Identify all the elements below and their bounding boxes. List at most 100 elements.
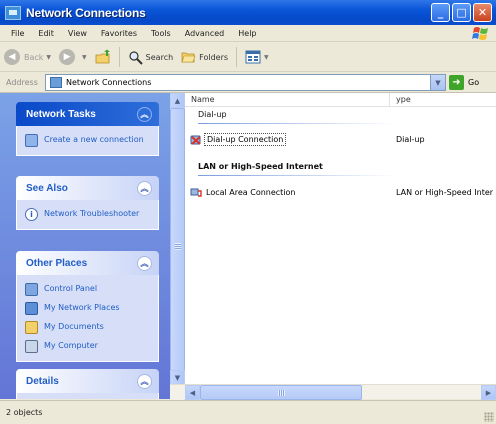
group-header-dialup: Dial-up xyxy=(198,110,227,119)
maximize-button[interactable]: □ xyxy=(452,3,471,22)
list-item[interactable]: Local Area Connection xyxy=(190,186,298,198)
see-also-body: i Network Troubleshooter xyxy=(16,200,159,230)
forward-arrow-icon: ▶ xyxy=(59,49,76,65)
minimize-button[interactable]: _ xyxy=(431,3,450,22)
scroll-grip-icon xyxy=(175,243,181,250)
menu-bar: File Edit View Favorites Tools Advanced … xyxy=(0,25,496,42)
my-documents-label: My Documents xyxy=(44,322,104,331)
menu-advanced[interactable]: Advanced xyxy=(178,29,232,38)
search-button[interactable]: Search xyxy=(124,46,177,68)
details-body xyxy=(16,393,159,399)
create-new-connection-label: Create a new connection xyxy=(44,135,144,144)
address-dropdown-button[interactable]: ▼ xyxy=(430,75,445,90)
folder-up-icon xyxy=(95,49,110,64)
item-type: Dial-up xyxy=(396,135,425,144)
collapse-icon[interactable]: ︽ xyxy=(137,106,152,122)
other-places-group: Other Places ︽ Control Panel My Network … xyxy=(16,251,159,362)
network-folder-icon xyxy=(5,5,21,20)
see-also-group: See Also ︽ i Network Troubleshooter xyxy=(16,176,159,230)
column-header-type[interactable]: ype xyxy=(390,95,411,104)
folders-label: Folders xyxy=(199,52,229,62)
forward-button[interactable]: ▶ ▼ xyxy=(55,46,91,68)
toolbar-separator xyxy=(118,47,120,67)
control-panel-icon xyxy=(25,283,38,296)
scroll-right-button[interactable]: ▶ xyxy=(481,385,496,400)
network-troubleshooter-link[interactable]: i Network Troubleshooter xyxy=(25,208,152,221)
scroll-left-button[interactable]: ◀ xyxy=(185,385,200,400)
network-tasks-header[interactable]: Network Tasks ︽ xyxy=(16,102,159,126)
other-places-title: Other Places xyxy=(26,257,88,269)
list-item[interactable]: Dial-up Connection xyxy=(190,133,287,146)
scroll-down-button[interactable]: ▼ xyxy=(170,370,185,385)
horizontal-scrollbar[interactable]: ◀ ▶ xyxy=(170,384,496,400)
see-also-header[interactable]: See Also ︽ xyxy=(16,176,159,200)
collapse-icon[interactable]: ︽ xyxy=(137,373,152,389)
dialup-icon xyxy=(190,135,201,145)
column-headers: Name ype xyxy=(185,92,496,107)
up-folder-button[interactable] xyxy=(91,46,115,68)
search-icon xyxy=(129,50,143,65)
back-button[interactable]: ◀ Back ▼ xyxy=(0,46,55,68)
vertical-scrollbar[interactable]: ▲ ▼ xyxy=(170,93,185,400)
other-places-header[interactable]: Other Places ︽ xyxy=(16,251,159,275)
control-panel-label: Control Panel xyxy=(44,284,98,293)
my-documents-link[interactable]: My Documents xyxy=(25,321,152,334)
see-also-title: See Also xyxy=(26,182,68,194)
control-panel-link[interactable]: Control Panel xyxy=(25,283,152,296)
menu-help[interactable]: Help xyxy=(231,29,263,38)
folders-icon xyxy=(181,52,196,63)
menu-view[interactable]: View xyxy=(61,29,94,38)
my-network-places-link[interactable]: My Network Places xyxy=(25,302,152,315)
chevron-down-icon: ▼ xyxy=(46,53,52,61)
my-computer-link[interactable]: My Computer xyxy=(25,340,152,353)
toolbar-separator xyxy=(236,47,238,67)
views-button[interactable]: ▼ xyxy=(241,46,273,68)
chevron-down-icon: ▼ xyxy=(82,53,87,61)
scroll-up-button[interactable]: ▲ xyxy=(170,93,185,108)
menu-file[interactable]: File xyxy=(0,29,31,38)
folders-button[interactable]: Folders xyxy=(177,46,232,68)
my-computer-label: My Computer xyxy=(44,341,98,350)
details-header[interactable]: Details ︽ xyxy=(16,369,159,393)
window-title: Network Connections xyxy=(26,5,146,20)
lan-icon xyxy=(190,188,202,197)
menu-tools[interactable]: Tools xyxy=(144,29,178,38)
details-title: Details xyxy=(26,375,59,387)
group-header-lan: LAN or High-Speed Internet xyxy=(198,162,323,171)
info-icon: i xyxy=(25,208,38,221)
menu-favorites[interactable]: Favorites xyxy=(94,29,144,38)
my-computer-icon xyxy=(25,340,38,353)
go-label: Go xyxy=(468,78,480,87)
file-list-pane: ▲ ▼ Name ype Dial-up Dial-up Connection … xyxy=(170,92,496,400)
status-text: 2 objects xyxy=(6,408,43,417)
item-type: LAN or High-Speed Inter xyxy=(396,188,494,197)
item-name: Dial-up Connection xyxy=(204,133,287,146)
column-header-name[interactable]: Name xyxy=(185,92,390,107)
vertical-scroll-thumb[interactable] xyxy=(170,108,185,385)
back-label: Back xyxy=(24,52,44,62)
other-places-body: Control Panel My Network Places My Docum… xyxy=(16,275,159,362)
close-button[interactable]: ✕ xyxy=(473,3,492,22)
group-divider xyxy=(198,175,395,176)
horizontal-scroll-thumb[interactable] xyxy=(200,385,362,400)
search-label: Search xyxy=(145,52,174,62)
views-icon xyxy=(245,50,261,64)
go-button[interactable]: ➜ Go xyxy=(449,75,479,90)
address-field[interactable]: Network Connections ▼ xyxy=(45,74,446,91)
toolbar: ◀ Back ▼ ▶ ▼ Search Folders ▼ xyxy=(0,43,496,72)
scroll-grip-icon xyxy=(278,390,285,396)
item-name: Local Area Connection xyxy=(206,187,296,197)
window-controls: _ □ ✕ xyxy=(431,3,492,22)
collapse-icon[interactable]: ︽ xyxy=(137,180,152,196)
menu-edit[interactable]: Edit xyxy=(31,29,61,38)
network-tasks-group: Network Tasks ︽ Create a new connection xyxy=(16,102,159,156)
new-connection-icon xyxy=(25,134,38,147)
collapse-icon[interactable]: ︽ xyxy=(137,255,152,271)
resize-grip-icon[interactable] xyxy=(484,412,494,422)
create-new-connection-link[interactable]: Create a new connection xyxy=(25,134,152,147)
title-bar[interactable]: Network Connections _ □ ✕ xyxy=(0,0,496,25)
windows-logo-icon xyxy=(472,27,488,40)
address-label: Address xyxy=(6,78,38,87)
network-tasks-title: Network Tasks xyxy=(26,108,96,120)
my-network-places-label: My Network Places xyxy=(44,303,120,312)
